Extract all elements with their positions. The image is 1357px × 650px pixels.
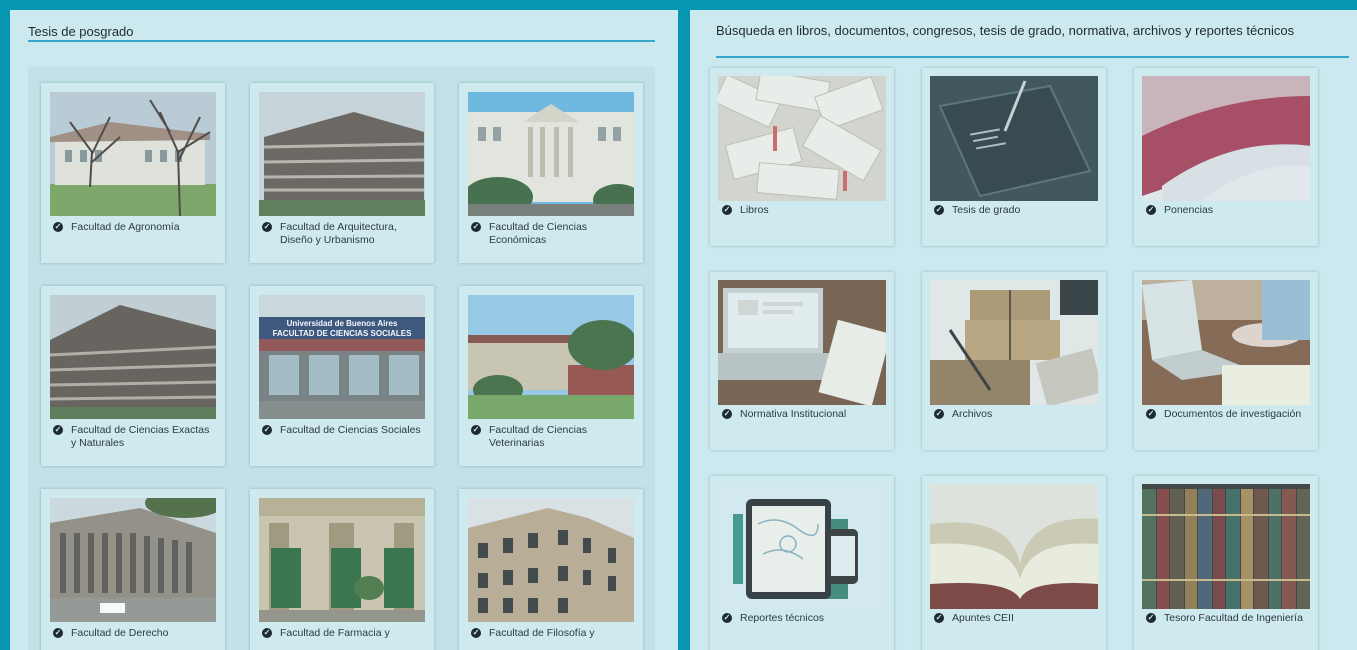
category-label: Apuntes CEII bbox=[952, 612, 1014, 624]
faculty-label: Facultad de Arquitectura, Diseño y Urban… bbox=[280, 221, 397, 246]
faculty-label: Facultad de Agronomía bbox=[71, 221, 180, 233]
faculty-label: Facultad de Ciencias Sociales bbox=[280, 424, 421, 436]
category-card-tesis-de-grado[interactable]: ✓ Tesis de grado bbox=[922, 68, 1106, 246]
category-photo bbox=[718, 76, 886, 201]
faculty-photo bbox=[50, 295, 216, 419]
faculty-photo bbox=[468, 92, 634, 216]
faculty-card-economicas[interactable]: ✓ Facultad de Ciencias Económicas bbox=[459, 83, 643, 263]
faculty-photo: Universidad de Buenos Aires FACULTAD DE … bbox=[259, 295, 425, 419]
check-circle-icon: ✓ bbox=[722, 613, 732, 623]
check-circle-icon: ✓ bbox=[262, 425, 272, 435]
category-label: Documentos de investigación bbox=[1164, 408, 1302, 420]
category-photo bbox=[930, 280, 1098, 405]
faculty-photo bbox=[259, 498, 425, 622]
check-circle-icon: ✓ bbox=[722, 205, 732, 215]
faculty-card-sociales[interactable]: Universidad de Buenos Aires FACULTAD DE … bbox=[250, 286, 434, 466]
check-circle-icon: ✓ bbox=[722, 409, 732, 419]
faculty-card-derecho[interactable]: ✓ Facultad de Derecho bbox=[41, 489, 225, 650]
category-card-reportes[interactable]: ✓ Reportes técnicos bbox=[710, 476, 894, 650]
faculty-label: Facultad de Filosofía y bbox=[489, 627, 595, 639]
faculty-card-arquitectura[interactable]: ✓ Facultad de Arquitectura, Diseño y Urba… bbox=[250, 83, 434, 263]
category-card-tesoro[interactable]: ✓ Tesoro Facultad de Ingeniería bbox=[1134, 476, 1318, 650]
document-search-panel: Búsqueda en libros, documentos, congreso… bbox=[690, 10, 1357, 650]
faculty-card-agronomia[interactable]: ✓ Facultad de Agronomía bbox=[41, 83, 225, 263]
category-card-documentos[interactable]: ✓ Documentos de investigación bbox=[1134, 272, 1318, 450]
faculty-photo bbox=[259, 92, 425, 216]
faculty-label: Facultad de Ciencias Veterinarias bbox=[489, 424, 588, 449]
category-label: Libros bbox=[740, 204, 769, 216]
building-sign: Universidad de Buenos Aires bbox=[287, 319, 398, 328]
faculty-label: Facultad de Ciencias Exactas y Naturales bbox=[71, 424, 210, 449]
faculty-label: Facultad de Farmacia y bbox=[280, 627, 390, 639]
faculty-card-veterinarias[interactable]: ✓ Facultad de Ciencias Veterinarias bbox=[459, 286, 643, 466]
category-photo bbox=[1142, 484, 1310, 609]
category-card-normativa[interactable]: ✓ Normativa Institucional bbox=[710, 272, 894, 450]
check-circle-icon: ✓ bbox=[934, 613, 944, 623]
category-label: Tesis de grado bbox=[952, 204, 1021, 216]
category-card-apuntes[interactable]: ✓ Apuntes CEII bbox=[922, 476, 1106, 650]
category-photo bbox=[718, 484, 886, 609]
faculty-photo bbox=[50, 498, 216, 622]
check-circle-icon: ✓ bbox=[1146, 613, 1156, 623]
category-photo bbox=[718, 280, 886, 405]
category-photo bbox=[930, 484, 1098, 609]
check-circle-icon: ✓ bbox=[934, 205, 944, 215]
panel-title: Tesis de posgrado bbox=[28, 24, 134, 39]
check-circle-icon: ✓ bbox=[471, 628, 481, 638]
category-photo bbox=[1142, 280, 1310, 405]
check-circle-icon: ✓ bbox=[262, 628, 272, 638]
category-photo bbox=[1142, 76, 1310, 201]
category-label: Archivos bbox=[952, 408, 993, 420]
check-circle-icon: ✓ bbox=[934, 409, 944, 419]
faculty-photo bbox=[50, 92, 216, 216]
faculty-card-exactas[interactable]: ✓ Facultad de Ciencias Exactas y Naturale… bbox=[41, 286, 225, 466]
category-card-archivos[interactable]: ✓ Archivos bbox=[922, 272, 1106, 450]
check-circle-icon: ✓ bbox=[1146, 409, 1156, 419]
category-label: Reportes técnicos bbox=[740, 612, 825, 624]
svg-text:FACULTAD DE CIENCIAS SOCIALES: FACULTAD DE CIENCIAS SOCIALES bbox=[273, 329, 412, 338]
check-circle-icon: ✓ bbox=[471, 425, 481, 435]
faculty-photo bbox=[468, 295, 634, 419]
category-photo bbox=[930, 76, 1098, 201]
check-circle-icon: ✓ bbox=[53, 628, 63, 638]
category-label: Normativa Institucional bbox=[740, 408, 847, 420]
category-card-libros[interactable]: ✓ Libros bbox=[710, 68, 894, 246]
check-circle-icon: ✓ bbox=[262, 222, 272, 232]
title-divider bbox=[28, 40, 655, 42]
category-label: Tesoro Facultad de Ingeniería bbox=[1164, 612, 1303, 624]
panel-title: Búsqueda en libros, documentos, congreso… bbox=[716, 23, 1295, 38]
title-divider bbox=[716, 56, 1349, 58]
faculty-label: Facultad de Derecho bbox=[71, 627, 169, 639]
check-circle-icon: ✓ bbox=[53, 425, 63, 435]
posgrado-theses-panel: Tesis de posgrado ✓ Facultad de Agronomí… bbox=[10, 10, 678, 650]
faculty-label: Facultad de Ciencias Económicas bbox=[489, 221, 588, 246]
faculty-card-filosofia[interactable]: ✓ Facultad de Filosofía y bbox=[459, 489, 643, 650]
check-circle-icon: ✓ bbox=[53, 222, 63, 232]
faculty-card-farmacia[interactable]: ✓ Facultad de Farmacia y bbox=[250, 489, 434, 650]
check-circle-icon: ✓ bbox=[471, 222, 481, 232]
check-circle-icon: ✓ bbox=[1146, 205, 1156, 215]
faculty-photo bbox=[468, 498, 634, 622]
category-card-ponencias[interactable]: ✓ Ponencias bbox=[1134, 68, 1318, 246]
category-label: Ponencias bbox=[1164, 204, 1214, 216]
